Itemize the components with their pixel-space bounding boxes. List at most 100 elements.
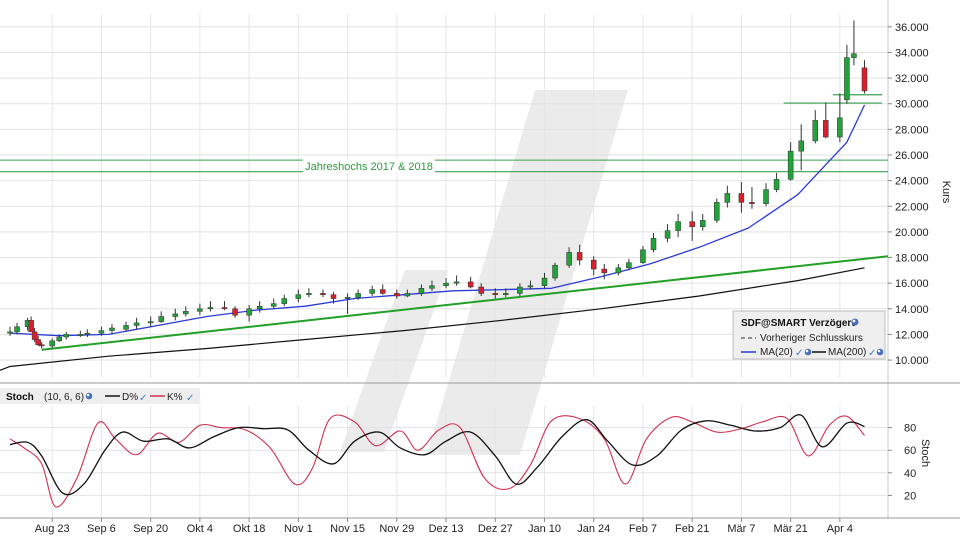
candle-body [590,259,597,270]
candle [172,308,179,321]
candle-body [812,120,819,142]
candle-body [478,286,484,294]
stoch-d-check-icon[interactable]: ✓ [139,393,147,404]
candle [714,198,720,223]
candle [28,316,34,333]
candle-body [787,150,794,180]
candle-body [77,334,84,336]
candle-body [861,67,868,92]
candle-body [84,332,91,335]
candle-body [552,264,558,279]
candle-body [749,202,755,204]
candle [467,276,474,289]
candle-body [344,297,351,299]
candle-body [256,305,263,310]
candle [232,306,238,318]
stoch-params-settings-icon[interactable] [85,392,93,400]
candle-body [601,268,608,274]
candle-body [640,249,646,263]
price-tick-label: 34.000 [895,47,929,59]
candle [246,304,252,322]
candle-body [246,308,252,316]
legend-ma200-settings-icon[interactable] [876,348,884,356]
candle-body [517,286,523,294]
candle [699,213,706,231]
candle-body [626,262,632,269]
legend-ma200-label: MA(200) [828,347,866,358]
x-tick-label: Nov 15 [330,523,365,535]
candle-body [576,252,583,261]
price-tick-label: 12.000 [895,329,929,341]
price-tick-label: 22.000 [895,201,929,213]
candle-body [394,293,400,297]
ma20-line [9,104,866,337]
candle [689,211,695,241]
candle-body [49,340,55,347]
candle-body [369,289,375,294]
x-tick-label: Okt 18 [233,523,265,535]
candle [798,124,804,171]
candle-body [724,193,731,203]
stoch-title: Stoch [6,392,34,403]
candle-body [183,311,189,315]
candle-body [98,330,105,334]
price-tick-label: 20.000 [895,227,929,239]
candle-body [527,285,534,288]
price-tick-label: 28.000 [895,124,929,136]
candle-body [355,293,361,298]
candle [63,331,70,340]
price-axis-title: Kurs [940,181,952,204]
legend-ma200-check-icon[interactable]: ✓ [868,348,876,359]
candle-body [714,202,720,221]
candle-body [763,189,769,204]
price-tick-label: 16.000 [895,278,929,290]
stoch-y-ticks: 20 40 60 80 [888,423,916,502]
candle [601,263,608,280]
candle [320,289,326,298]
candle [147,316,154,327]
candle-body [147,321,154,324]
candle [49,338,55,349]
x-tick-label: Apr 4 [827,523,853,535]
candle [861,60,868,94]
candle [664,224,671,243]
candle-body [837,117,843,138]
stoch-tick-label: 20 [904,490,916,502]
legend-title-icon[interactable] [851,318,859,326]
legend-ma20-settings-icon[interactable] [804,348,812,356]
candle [763,183,769,207]
x-tick-label: Okt 4 [187,523,213,535]
candle-body [541,277,548,286]
price-tick-label: 18.000 [895,253,929,265]
candle [675,213,681,238]
candle [615,263,622,276]
stoch-k-check-icon[interactable]: ✓ [186,393,194,404]
candle-body [379,289,386,294]
candle [773,172,780,193]
legend-ma20-label: MA(20) [760,347,793,358]
price-y-ticks: 10.000 12.000 14.000 16.000 18.000 20.000 22.0… [888,22,929,367]
candle [640,245,646,264]
candle-body [320,293,326,295]
candle [837,93,843,143]
candle-body [31,331,38,340]
candle-body [615,267,622,274]
candle [281,294,288,307]
candle [207,301,214,312]
stoch-params: (10, 6, 6) [44,392,84,403]
candle [197,303,203,316]
candle-body [453,281,460,284]
candle [369,285,375,296]
candle-body [158,316,164,322]
candle [844,44,850,104]
candle [158,311,164,323]
candle [738,181,745,213]
stock-chart: Jahreshochs 2017 & 2018 10.000 12.000 14.0… [0,0,960,535]
legend-ma20-check-icon[interactable]: ✓ [795,348,803,359]
price-tick-label: 10.000 [895,355,929,367]
x-tick-label: Mär 21 [774,523,808,535]
candle-body [295,294,302,299]
legend-title: SDF@SMART Verzögert [741,318,855,329]
candle-body [823,120,829,138]
x-tick-label: Feb 21 [675,523,709,535]
